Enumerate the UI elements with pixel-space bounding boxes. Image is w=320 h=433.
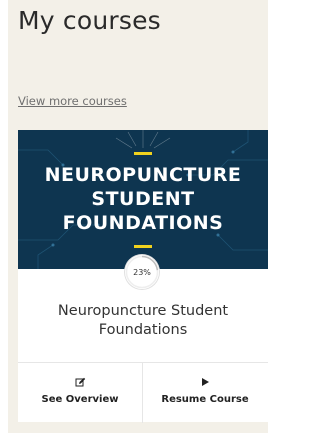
page-title: My courses <box>18 6 161 35</box>
edit-icon <box>18 377 142 391</box>
banner-top-accent <box>134 152 152 155</box>
see-overview-label: See Overview <box>41 394 119 405</box>
banner-bottom-accent <box>134 245 152 248</box>
banner-line-2: STUDENT <box>91 188 195 210</box>
view-more-courses-link[interactable]: View more courses <box>18 94 127 108</box>
resume-course-button[interactable]: Resume Course <box>143 363 267 423</box>
banner-line-1: NEUROPUNCTURE <box>44 164 242 186</box>
banner-line-3: FOUNDATIONS <box>62 212 224 234</box>
course-actions: See Overview Resume Course <box>18 362 268 423</box>
progress-label: 23% <box>133 267 151 277</box>
course-banner[interactable]: NEUROPUNCTURE STUDENT FOUNDATIONS <box>18 130 268 269</box>
course-name[interactable]: Neuropuncture Student Foundations <box>28 302 258 340</box>
see-overview-button[interactable]: See Overview <box>18 363 143 423</box>
course-card: NEUROPUNCTURE STUDENT FOUNDATIONS 23% Ne… <box>18 130 268 423</box>
progress-badge: 23% <box>125 255 159 289</box>
resume-course-label: Resume Course <box>161 394 249 405</box>
play-icon <box>143 377 267 390</box>
